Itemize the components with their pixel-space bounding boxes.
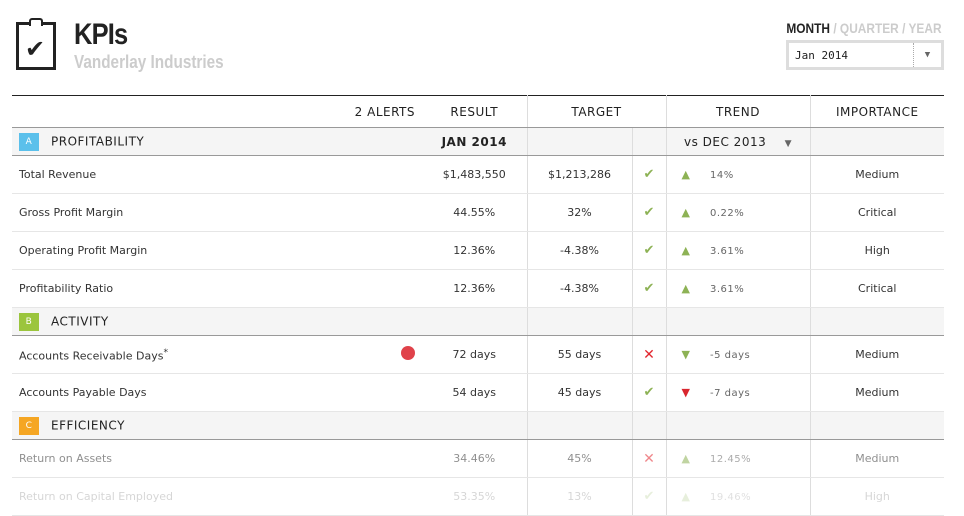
kpi-importance: Medium [809, 373, 944, 412]
kpi-name: Profitability Ratio [19, 282, 114, 295]
trend-up-icon: ▲ [681, 244, 690, 257]
kpi-row[interactable]: Accounts Receivable Days* 72 days 55 day… [12, 335, 944, 374]
kpi-target: -4.38% [526, 269, 632, 308]
kpi-row[interactable]: Total Revenue $1,483,550 $1,213,286 ✔ ▲ 1… [12, 155, 944, 194]
section-title: EFFICIENCY [51, 418, 125, 432]
kpi-target: $1,213,286 [526, 155, 632, 194]
kpi-result: $1,483,550 [422, 155, 527, 194]
compare-select [665, 411, 810, 440]
trend-down-icon: ▼ [681, 386, 690, 399]
check-icon: ✔ [643, 167, 655, 182]
trend-up-icon: ▲ [681, 206, 690, 219]
kpi-importance: Critical [809, 269, 944, 308]
section-profitability: A PROFITABILITY JAN 2014 vs DEC 2013 ▼ [12, 127, 944, 156]
kpi-row[interactable]: Return on Assets 34.46% 45% ✕ ▲ 12.45% Me… [12, 439, 944, 478]
check-icon: ✔ [643, 205, 655, 220]
kpi-result: 53.35% [422, 477, 527, 516]
kpi-change: 0.22% [709, 208, 745, 219]
section-badge: C [19, 416, 39, 435]
kpi-name: Operating Profit Margin [19, 244, 148, 257]
kpi-name: Return on Assets [19, 452, 112, 465]
trend-up-icon: ▲ [681, 490, 690, 503]
kpi-importance: Critical [809, 193, 944, 232]
period-month[interactable]: MONTH [787, 20, 831, 36]
kpi-result: 34.46% [422, 439, 527, 478]
section-badge: B [19, 312, 39, 331]
kpi-change: 19.46% [709, 492, 752, 503]
alerts-count[interactable]: 2 ALERTS [332, 95, 422, 128]
kpi-importance: High [809, 231, 944, 270]
compare-select [665, 307, 810, 336]
section-title: ACTIVITY [51, 314, 109, 328]
col-target: TARGET [526, 95, 666, 128]
check-icon: ✔ [643, 243, 655, 258]
kpi-target: 45 days [526, 373, 632, 412]
check-icon: ✔ [643, 385, 655, 400]
trend-up-icon: ▲ [681, 282, 690, 295]
kpi-result: 54 days [422, 373, 527, 412]
section-activity: B ACTIVITY [12, 307, 944, 336]
kpi-note: * [163, 346, 169, 358]
kpi-name: Gross Profit Margin [19, 206, 124, 219]
kpi-change: 3.61% [709, 284, 745, 295]
section-title: PROFITABILITY [51, 134, 145, 148]
period-year[interactable]: YEAR [909, 20, 942, 36]
kpi-result: 44.55% [422, 193, 527, 232]
trend-down-icon: ▼ [681, 348, 690, 361]
kpi-target: -4.38% [526, 231, 632, 270]
page-title: KPIs [74, 18, 128, 51]
kpi-row[interactable]: Return on Capital Employed 53.35% 13% ✔ … [12, 477, 944, 516]
trend-up-icon: ▲ [681, 168, 690, 181]
check-icon: ✔ [643, 281, 655, 296]
alert-dot-icon [401, 346, 415, 360]
kpi-change: 12.45% [709, 454, 752, 465]
kpi-change: 3.61% [709, 246, 745, 257]
kpi-change: 14% [709, 170, 734, 181]
kpi-name: Total Revenue [19, 168, 97, 181]
col-importance: IMPORTANCE [809, 95, 944, 128]
kpi-name: Return on Capital Employed [19, 490, 173, 503]
col-result: RESULT [422, 95, 527, 128]
compare-period: vs DEC 2013 [684, 134, 767, 149]
cross-icon: ✕ [643, 346, 655, 363]
kpi-target: 55 days [526, 335, 632, 374]
section-efficiency: C EFFICIENCY [12, 411, 944, 440]
chevron-down-icon[interactable]: ▼ [913, 43, 941, 67]
kpi-row[interactable]: Accounts Payable Days 54 days 45 days ✔ … [12, 373, 944, 412]
trend-up-icon: ▲ [681, 452, 690, 465]
kpi-change: -5 days [709, 350, 751, 361]
kpi-importance: Medium [809, 439, 944, 478]
company-name: Vanderlay Industries [74, 52, 224, 72]
chevron-down-icon: ▼ [784, 138, 792, 149]
compare-select[interactable]: vs DEC 2013 ▼ [665, 127, 810, 156]
kpi-importance: High [809, 477, 944, 516]
date-select[interactable]: Jan 2014 ▼ [786, 40, 944, 70]
kpi-target: 45% [526, 439, 632, 478]
cross-icon: ✕ [643, 450, 655, 467]
kpi-result: 12.36% [422, 269, 527, 308]
kpi-target: 32% [526, 193, 632, 232]
kpi-table: 2 ALERTS RESULT TARGET TREND IMPORTANCE … [12, 95, 944, 516]
period-quarter[interactable]: QUARTER [840, 20, 899, 36]
kpi-name: Accounts Receivable Days [19, 349, 164, 363]
section-period: JAN 2014 [422, 127, 527, 156]
clipboard-check-icon: ✔ [16, 18, 56, 70]
kpi-importance: Medium [809, 335, 944, 374]
col-trend: TREND [665, 95, 810, 128]
check-icon: ✔ [643, 489, 655, 504]
kpi-row[interactable]: Operating Profit Margin 12.36% -4.38% ✔ … [12, 231, 944, 270]
kpi-result: 12.36% [422, 231, 527, 270]
date-select-value: Jan 2014 [795, 49, 848, 62]
kpi-target: 13% [526, 477, 632, 516]
kpi-row[interactable]: Profitability Ratio 12.36% -4.38% ✔ ▲ 3.6… [12, 269, 944, 308]
period-switcher: MONTH / QUARTER / YEAR [786, 20, 942, 36]
kpi-row[interactable]: Gross Profit Margin 44.55% 32% ✔ ▲ 0.22% … [12, 193, 944, 232]
section-badge: A [19, 132, 39, 151]
kpi-importance: Medium [809, 155, 944, 194]
kpi-name: Accounts Payable Days [19, 386, 147, 399]
kpi-change: -7 days [709, 388, 751, 399]
kpi-result: 72 days [422, 335, 527, 374]
